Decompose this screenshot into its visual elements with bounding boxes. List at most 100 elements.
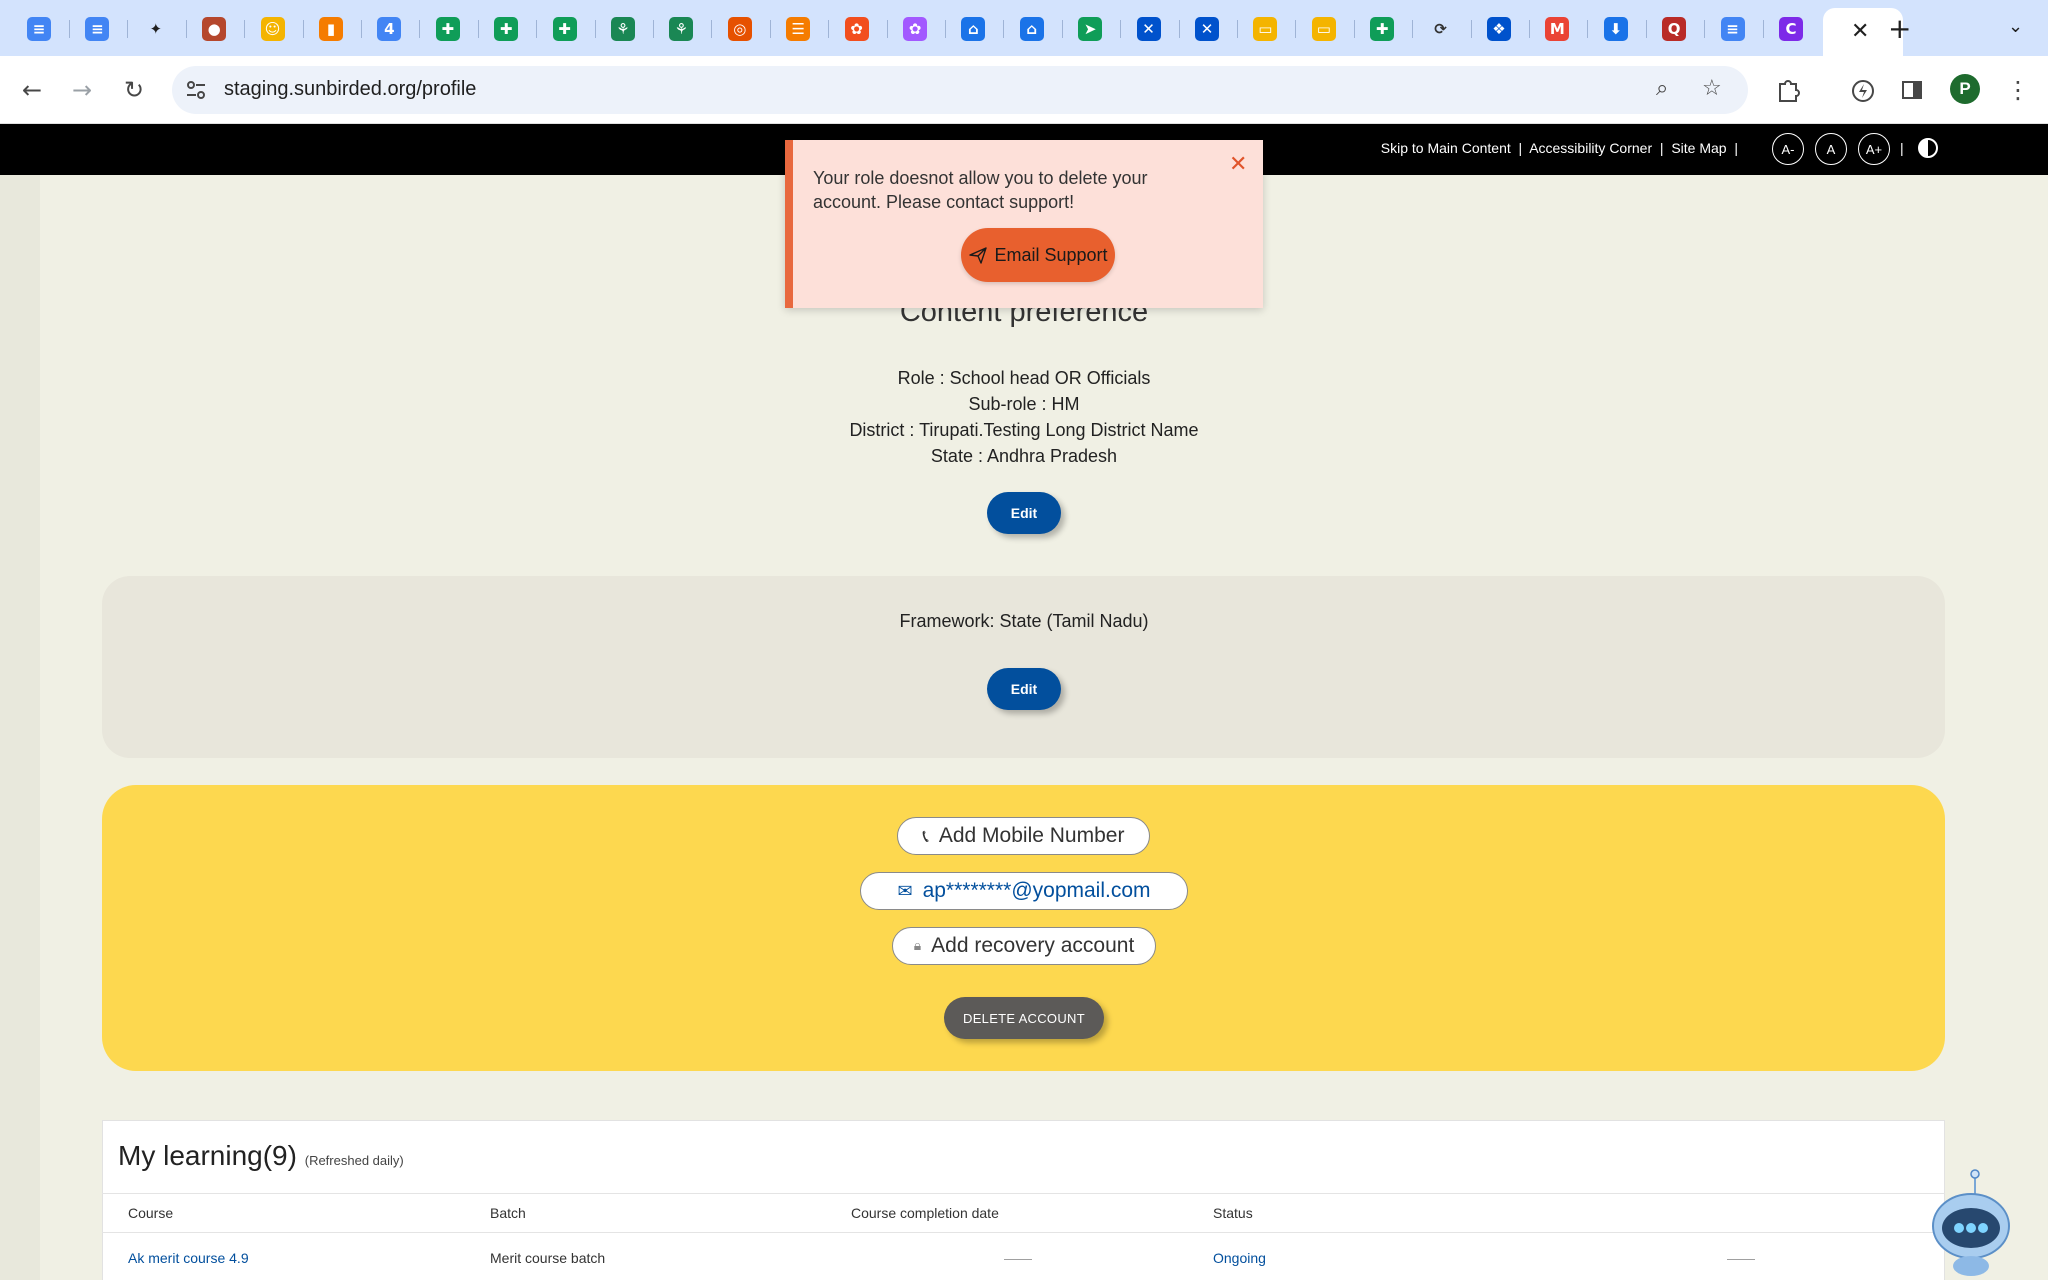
browser-tab[interactable]: ➤ [1075,14,1105,44]
tab-separator [1061,20,1063,38]
zoom-icon[interactable]: ⌕ [1656,76,1668,101]
browser-menu-icon[interactable]: ⋮ [2000,72,2036,108]
back-arrow-icon[interactable]: ← [14,72,50,108]
edit-framework-button[interactable]: Edit [987,668,1061,710]
tab-separator [1645,20,1647,38]
browser-tab[interactable]: 4 [374,14,404,44]
browser-tab[interactable]: ❖ [1484,14,1514,44]
column-header-batch: Batch [490,1205,526,1221]
side-panel-icon[interactable] [1900,78,1924,102]
tab-separator [419,20,421,38]
add-recovery-account-button[interactable]: 🔒︎ Add recovery account [892,927,1156,965]
my-learning-title: My learning(9) (Refreshed daily) [118,1140,404,1172]
browser-tab[interactable]: ✕ [1192,14,1222,44]
tab-separator [1120,20,1122,38]
browser-tab[interactable]: ✚ [1367,14,1397,44]
tab-separator [945,20,946,38]
extensions-puzzle-icon[interactable] [1774,76,1802,104]
role-text: Role : School head OR Officials [897,368,1151,388]
url-text[interactable]: staging.sunbirded.org/profile [224,78,476,101]
docs-icon: ≡ [1720,17,1745,41]
my-learning-count: My learning(9) [118,1140,297,1171]
bookmark-app-icon: ▮ [319,17,343,41]
browser-tab[interactable]: Q [1659,14,1689,44]
extra-cell: —— [1727,1250,1755,1266]
browser-tab[interactable]: ⚘ [666,14,696,44]
browser-tab[interactable]: ▮ [316,14,346,44]
browser-tab[interactable]: ✚ [491,14,521,44]
email-text: ap********@yopmail.com [922,879,1151,902]
emblem-icon: ◎ [727,17,752,41]
sync-app-icon: ⟳ [1434,20,1447,38]
tab-separator [1178,20,1180,38]
tab-separator [1762,20,1764,38]
profile-avatar[interactable]: P [1950,74,1980,104]
browser-tab[interactable]: ⌂ [1017,14,1047,44]
font-normal-button[interactable]: A [1815,133,1847,165]
tab-separator [302,20,304,38]
browser-tab[interactable]: ☰ [783,14,813,44]
browser-tab[interactable]: ⚘ [608,14,638,44]
bookmark-star-icon[interactable]: ☆ [1702,76,1722,101]
contrast-toggle-icon[interactable] [1918,138,1938,158]
font-decrease-button[interactable]: A- [1772,133,1804,165]
leaf-app-icon: ⚘ [669,17,694,41]
column-header-completion-date: Course completion date [851,1205,999,1221]
skip-to-main-link[interactable]: Skip to Main Content [1381,140,1511,156]
browser-tab[interactable]: ✿ [842,14,872,44]
email-button[interactable]: ✉ ap********@yopmail.com [860,872,1188,910]
delete-account-button[interactable]: DELETE ACCOUNT [944,997,1104,1039]
browser-tab[interactable]: ≡ [1718,14,1748,44]
address-bar[interactable]: staging.sunbirded.org/profile ⌕ ☆ [172,66,1748,114]
browser-tab[interactable]: ▭ [1250,14,1280,44]
add-mobile-label: Add Mobile Number [938,824,1125,847]
course-link[interactable]: Ak merit course 4.9 [128,1250,249,1266]
tab-search-chevron-icon[interactable]: ⌄ [2008,16,2023,37]
browser-tab[interactable]: M [1542,14,1572,44]
browser-tab[interactable]: C [1776,14,1806,44]
browser-tab[interactable]: ● [199,14,229,44]
district-text: District : Tirupati.Testing Long Distric… [849,420,1199,440]
browser-tab[interactable]: ⌂ [958,14,988,44]
figma-icon: ✿ [844,17,869,41]
toast-message: Your role doesnot allow you to delete yo… [813,168,1148,212]
quora-icon: Q [1662,17,1687,41]
browser-tab[interactable]: ✿ [900,14,930,44]
tab-separator [536,20,538,38]
recovery-label: Add recovery account [931,934,1135,957]
browser-tab[interactable]: ◎ [725,14,755,44]
site-settings-icon[interactable] [184,78,208,102]
browser-tab[interactable]: ▭ [1309,14,1339,44]
add-mobile-number-button[interactable]: 📞︎ Add Mobile Number [897,817,1150,855]
browser-tab[interactable]: ≡ [82,14,112,44]
browser-tab[interactable]: ⬇ [1601,14,1631,44]
browser-tab[interactable]: ☺ [258,14,288,44]
edit-content-preference-button[interactable]: Edit [987,492,1061,534]
status-cell[interactable]: Ongoing [1213,1250,1266,1266]
tab-separator [1412,20,1414,38]
column-header-status: Status [1213,1205,1253,1221]
browser-tab-strip: ≡ ≡ ✦ ● ☺ ▮ 4 ✚ ✚ ✚ ⚘ ⚘ ◎ ☰ ✿ ✿ ⌂ ⌂ ➤ ✕ ✕ ▭ ▭ ✚ ⟳ ❖ M ⬇ Q ≡ C ✕ + ⌄ [0,0,2048,56]
font-increase-button[interactable]: A+ [1858,133,1890,165]
accessibility-links: Skip to Main Content | Accessibility Cor… [1380,140,1738,156]
home-app-icon: ⌂ [961,17,986,41]
close-icon[interactable]: ✕ [1229,152,1247,177]
close-tab-icon[interactable]: ✕ [1851,18,1869,44]
emoji-icon: ☺ [260,17,285,41]
confluence-icon: ✕ [1136,17,1161,41]
chatbot-robot-icon[interactable] [1930,1168,2012,1280]
forward-arrow-icon[interactable]: → [64,72,100,108]
browser-tab[interactable]: ✦ [141,14,171,44]
accessibility-corner-link[interactable]: Accessibility Corner [1529,140,1652,156]
browser-tab[interactable]: ✚ [433,14,463,44]
email-support-button[interactable]: Email Support [961,228,1115,282]
site-map-link[interactable]: Site Map [1671,140,1726,156]
new-tab-button[interactable]: + [1888,12,1911,45]
performance-icon[interactable] [1850,78,1876,104]
browser-tab[interactable]: ≡ [24,14,54,44]
reload-icon[interactable]: ↻ [116,72,152,108]
browser-tab[interactable]: ✕ [1134,14,1164,44]
tab-separator [769,20,771,38]
browser-tab[interactable]: ✚ [550,14,580,44]
browser-tab[interactable]: ⟳ [1426,14,1456,44]
